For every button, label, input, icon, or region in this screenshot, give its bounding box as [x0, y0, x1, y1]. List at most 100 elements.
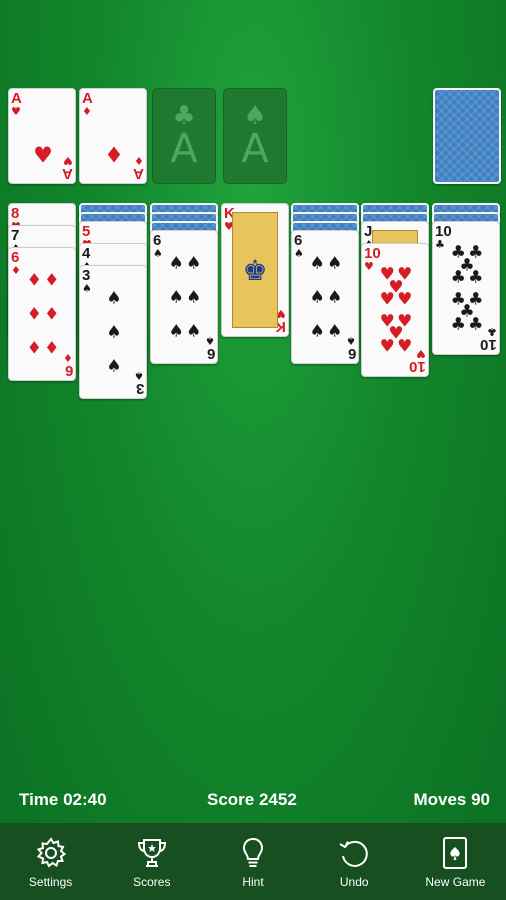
tableau-card[interactable]: 6 ♠ 6 ♠ ♠ ♠ ♠ ♠ ♠ ♠: [291, 230, 359, 364]
foundation-card-2[interactable]: A ♦ A ♦ ♦: [79, 88, 147, 184]
card-pip: ♣: [450, 314, 466, 335]
card-pip: ♣: [468, 267, 484, 288]
card-pip: ♠: [327, 321, 343, 342]
card-suit: ♠: [82, 282, 92, 295]
card-suit: ♦: [82, 105, 92, 118]
new-game-icon: [443, 837, 468, 869]
card-rank: 10: [364, 245, 381, 262]
foundation-letter: A: [241, 126, 269, 172]
card-pip: ♠: [106, 356, 122, 377]
status-bar: Time 02:40 Score 2452 Moves 90: [0, 785, 506, 815]
card-pip: ♠: [309, 253, 325, 274]
moves-display: Moves 90: [413, 790, 490, 809]
tableau-card[interactable]: 10 ♥ 10 ♥ ♥ ♥ ♥ ♥ ♥ ♥ ♥ ♥ ♥ ♥: [361, 243, 429, 377]
card-pip: ♠: [327, 287, 343, 308]
card-pip: ♠: [309, 287, 325, 308]
card-rank: 7: [11, 227, 20, 244]
hint-button[interactable]: Hint: [202, 823, 303, 900]
card-suit: ♠: [153, 247, 163, 260]
card-suit-bottom: ♥: [63, 154, 73, 167]
new-game-button[interactable]: New Game: [405, 823, 506, 900]
card-rank: 4: [82, 245, 91, 262]
card-pip: ♠: [106, 322, 122, 343]
new-game-label: New Game: [425, 875, 486, 889]
card-pip: ♦: [104, 143, 124, 169]
card-suit-bottom: ♣: [487, 325, 497, 338]
card-rank-bottom: A: [62, 165, 73, 182]
card-suit: ♣: [435, 238, 445, 251]
card-pip: ♠: [309, 321, 325, 342]
foundation-slot-4[interactable]: ♠ A: [223, 88, 287, 184]
scores-button[interactable]: Scores: [101, 823, 202, 900]
card-rank-bottom: A: [133, 165, 144, 182]
card-rank: 10: [435, 223, 452, 240]
card-suit: ♥: [11, 105, 21, 118]
time-display: Time 02:40: [19, 790, 107, 809]
trophy-icon: [137, 839, 166, 867]
tableau-card[interactable]: K ♥ K ♥ ♚: [221, 203, 289, 337]
card-pip: ♥: [379, 289, 395, 310]
foundation-card-1[interactable]: A ♥ A ♥ ♥: [8, 88, 76, 184]
settings-button[interactable]: Settings: [0, 823, 101, 900]
card-pip: ♦: [26, 304, 42, 325]
card-pip: ♠: [168, 253, 184, 274]
card-suit-bottom: ♦: [63, 351, 73, 364]
card-pip: ♥: [397, 336, 413, 357]
card-rank: 8: [11, 205, 20, 222]
card-pip: ♠: [186, 287, 202, 308]
hint-label: Hint: [242, 875, 264, 889]
card-pip: ♠: [327, 253, 343, 274]
scores-label: Scores: [133, 875, 171, 889]
card-pip: ♠: [186, 321, 202, 342]
card-pip: ♦: [26, 270, 42, 291]
lightbulb-icon: [242, 837, 264, 867]
card-suit-bottom: ♥: [416, 347, 426, 360]
card-rank-bottom: 6: [206, 345, 215, 362]
card-pip: ♠: [168, 287, 184, 308]
undo-button[interactable]: Undo: [304, 823, 405, 900]
card-suit-bottom: ♠: [205, 334, 215, 347]
card-rank: 6: [294, 232, 303, 249]
card-rank: 6: [153, 232, 162, 249]
card-rank: 5: [82, 223, 91, 240]
tableau-card[interactable]: 6 ♦ 6 ♦ ♦ ♦ ♦ ♦ ♦ ♦: [8, 247, 76, 381]
foundation-letter: A: [170, 126, 198, 172]
card-rank-bottom: 6: [64, 362, 73, 379]
card-suit: ♠: [294, 247, 304, 260]
card-pip: ♦: [44, 338, 60, 359]
card-suit-bottom: ♠: [346, 334, 356, 347]
stock-pile[interactable]: [433, 88, 501, 184]
card-pip: ♦: [26, 338, 42, 359]
card-pip: ♠: [168, 321, 184, 342]
card-pip: ♠: [186, 253, 202, 274]
card-pip: ♦: [44, 304, 60, 325]
card-pip: ♥: [397, 289, 413, 310]
foundation-slot-3[interactable]: ♣ A: [152, 88, 216, 184]
card-pip: ♣: [450, 267, 466, 288]
card-suit-bottom: ♦: [134, 154, 144, 167]
card-suit: ♦: [11, 264, 21, 277]
tableau-card[interactable]: 6 ♠ 6 ♠ ♠ ♠ ♠ ♠ ♠ ♠: [150, 230, 218, 364]
card-rank-bottom: 10: [409, 358, 426, 375]
card-pip: ♠: [106, 288, 122, 309]
card-pip: ♣: [468, 314, 484, 335]
settings-label: Settings: [28, 875, 73, 889]
bottom-toolbar: Settings Scores Hint Undo New Game: [0, 823, 506, 900]
card-rank: 6: [11, 249, 20, 266]
card-rank-bottom: 6: [347, 345, 356, 362]
card-rank: A: [11, 90, 22, 107]
card-rank: A: [82, 90, 93, 107]
gear-icon: [36, 837, 66, 868]
card-rank-bottom: 3: [135, 380, 144, 397]
card-rank: 3: [82, 267, 91, 284]
undo-icon: [339, 840, 368, 867]
card-rank-bottom: 10: [480, 336, 497, 353]
card-pip: ♥: [33, 143, 53, 169]
undo-label: Undo: [339, 875, 369, 889]
score-display: Score 2452: [207, 790, 297, 809]
tableau-card[interactable]: 10 ♣ 10 ♣ ♣ ♣ ♣ ♣ ♣ ♣ ♣ ♣ ♣ ♣: [432, 221, 500, 355]
face-card-art: ♚: [232, 212, 278, 328]
tableau-card[interactable]: 3 ♠ 3 ♠ ♠ ♠ ♠: [79, 265, 147, 399]
card-suit: ♥: [364, 260, 374, 273]
card-pip: ♦: [44, 270, 60, 291]
